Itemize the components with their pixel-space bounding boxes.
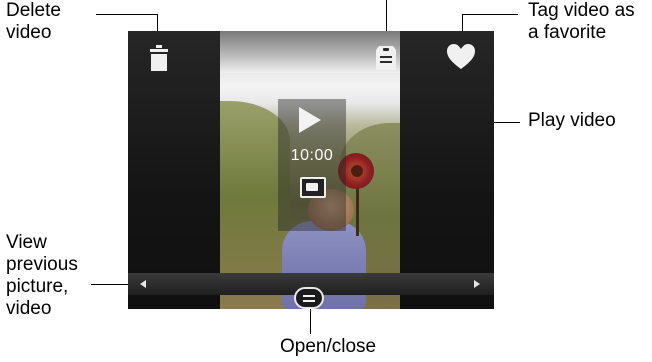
tag-icon[interactable] [374, 44, 398, 72]
menu-icon [303, 295, 315, 297]
camera-screen: 10:00 [128, 31, 494, 309]
play-video-label: Play video [528, 110, 616, 131]
video-duration: 10:00 [290, 147, 334, 164]
video-icon [300, 177, 326, 198]
arrow-left-icon[interactable] [140, 280, 146, 288]
trash-icon[interactable] [148, 44, 170, 72]
delete-leader-h [96, 14, 157, 15]
heart-icon[interactable] [446, 43, 476, 71]
delete-video-label: Delete video [6, 0, 61, 43]
arrow-right-icon[interactable] [474, 280, 480, 288]
previous-picture-label: View previous picture, video [6, 232, 78, 319]
play-icon[interactable] [299, 107, 321, 133]
right-panel [400, 31, 494, 309]
left-panel [128, 31, 220, 309]
open-close-label: Open/close [280, 336, 377, 357]
video-overlay: 10:00 [278, 99, 346, 231]
favorite-label: Tag video as a favorite [528, 0, 635, 43]
menu-leader-v [310, 309, 311, 334]
favorite-leader-h [462, 14, 518, 15]
menu-button[interactable] [294, 287, 324, 309]
